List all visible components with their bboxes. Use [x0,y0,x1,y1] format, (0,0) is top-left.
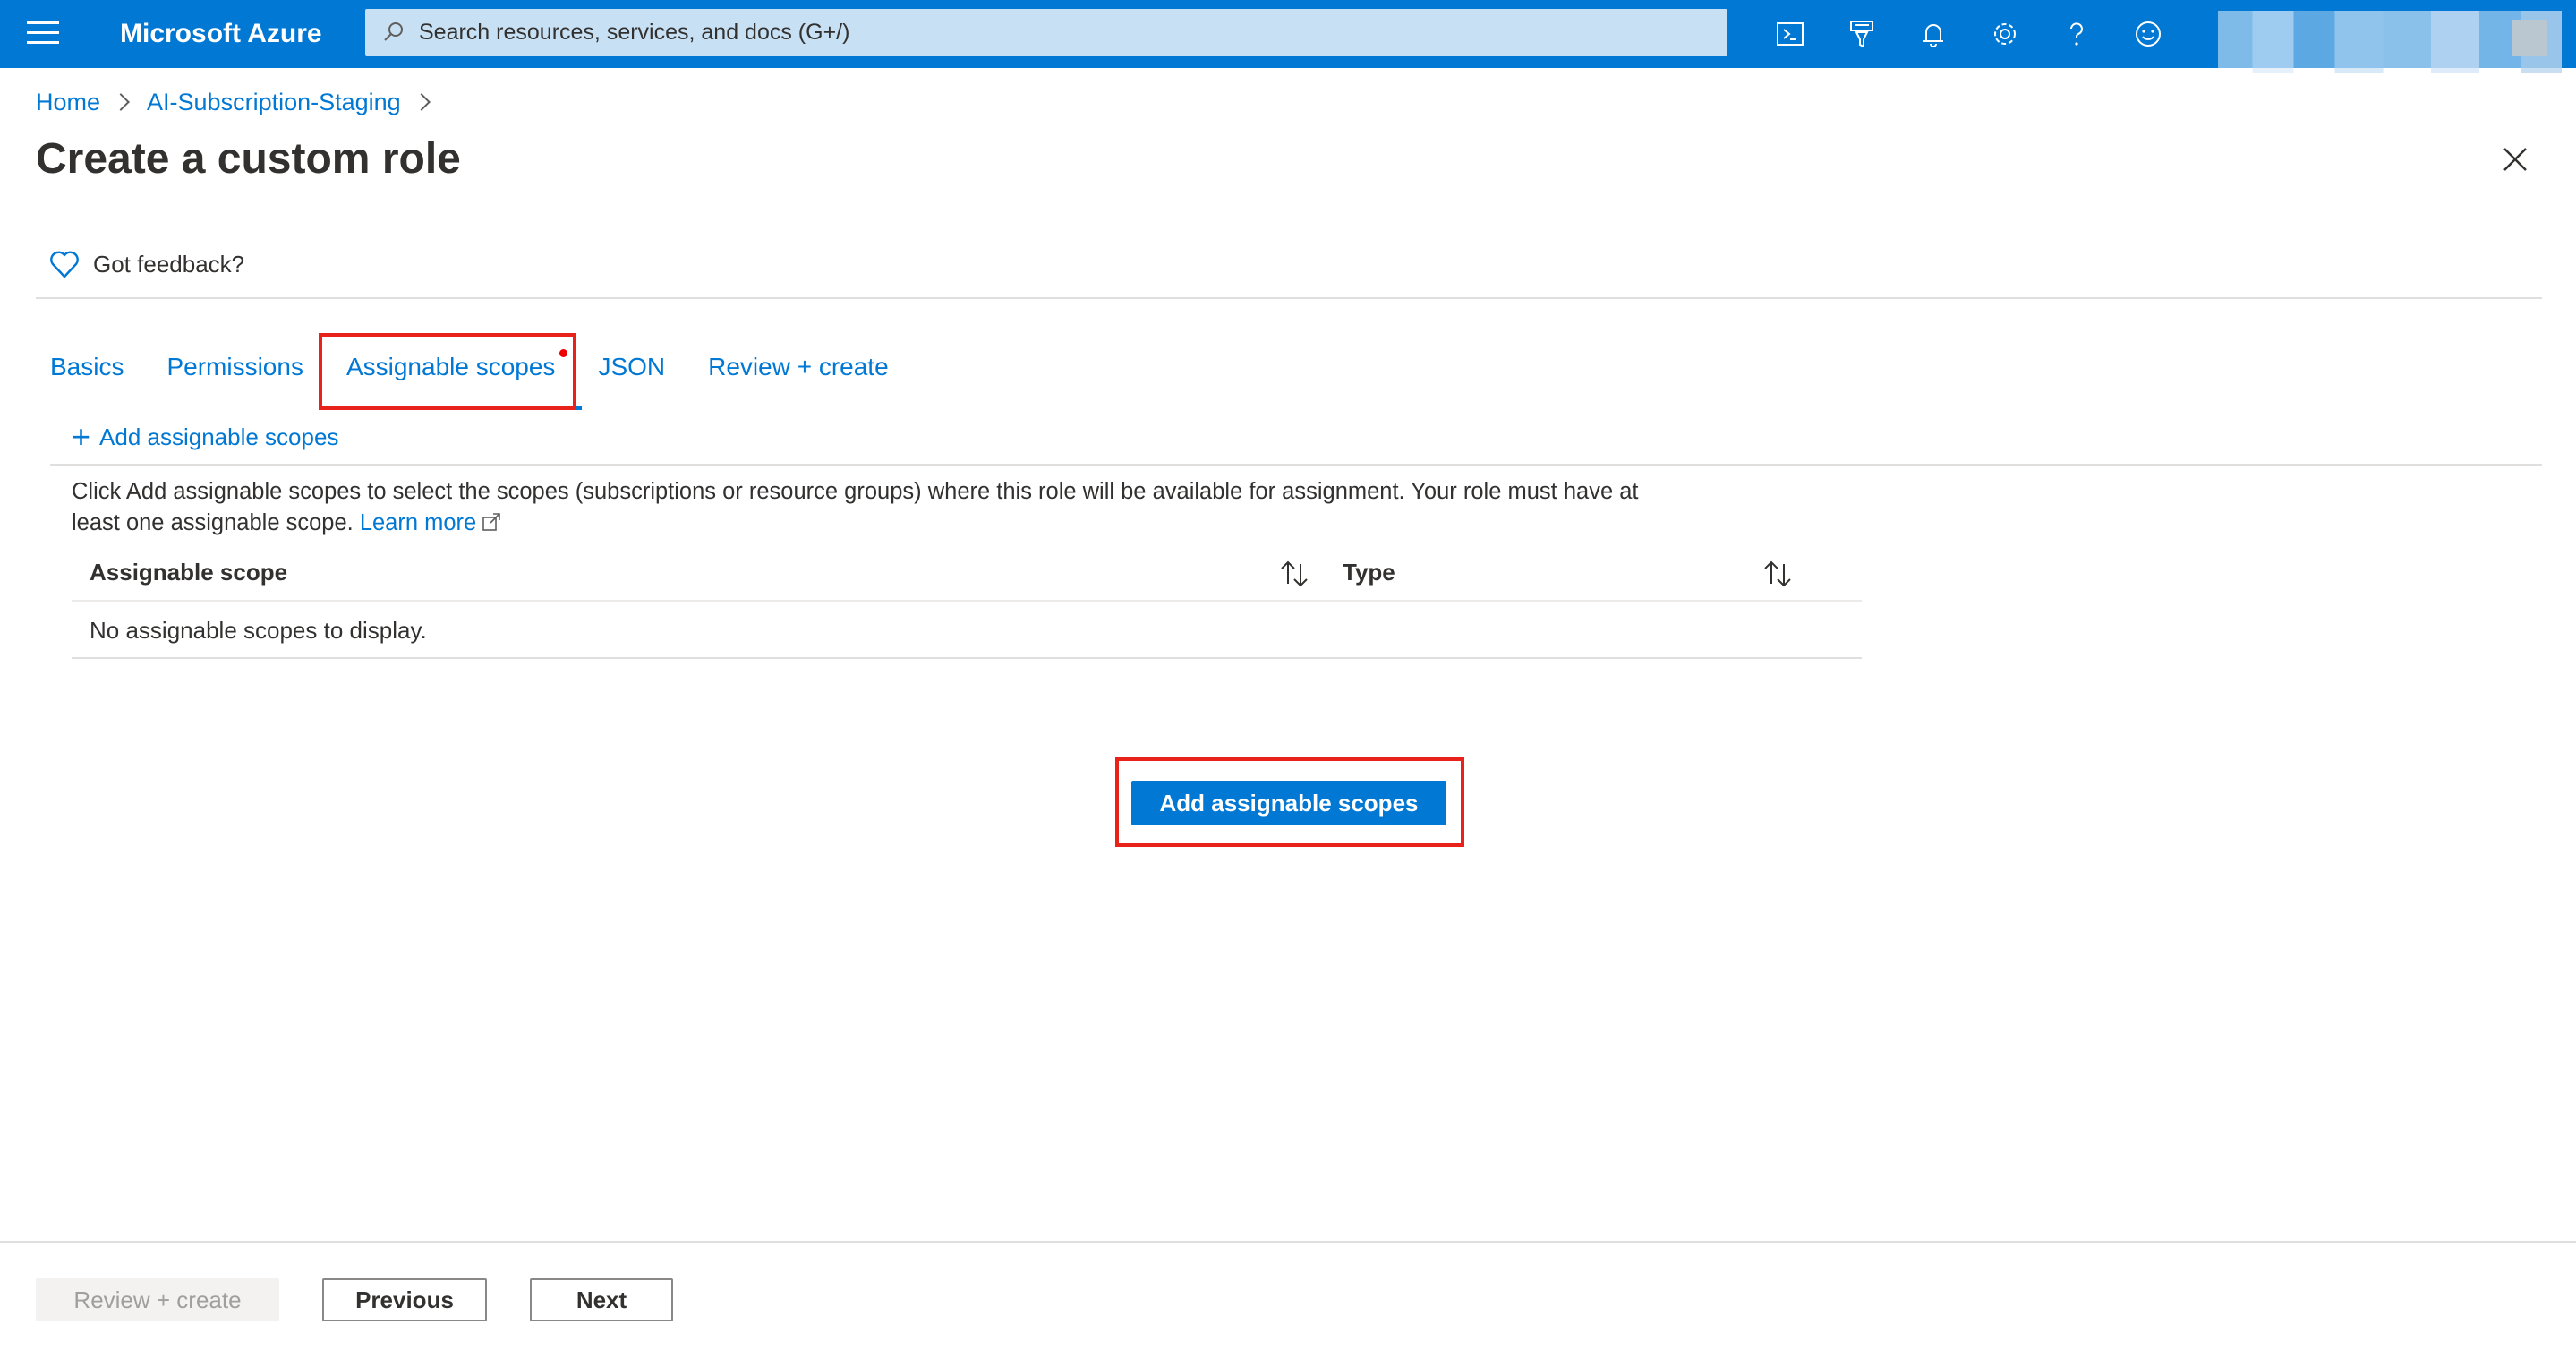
breadcrumb: Home AI-Subscription-Staging [36,84,448,120]
next-button[interactable]: Next [530,1278,673,1321]
top-bar-icons [1754,0,2184,68]
brand-title[interactable]: Microsoft Azure [120,16,322,52]
feedback-link[interactable]: Got feedback? [48,249,244,279]
tab-permissions[interactable]: Permissions [166,347,303,401]
divider [36,297,2542,299]
column-header-assignable-scope[interactable]: Assignable scope [90,543,287,602]
search-icon [384,22,403,41]
learn-more-label: Learn more [359,510,477,535]
top-bar: Microsoft Azure [0,0,2576,73]
heart-icon [50,251,79,278]
description-text: Click Add assignable scopes to select th… [72,479,1639,535]
sort-icon[interactable] [1278,559,1310,589]
search-input[interactable] [417,9,1706,56]
avatar[interactable] [2512,20,2547,56]
add-assignable-scopes-label: Add assignable scopes [99,423,339,450]
description: Click Add assignable scopes to select th… [72,476,1683,539]
cloud-shell-icon[interactable] [1754,0,1826,68]
empty-message: No assignable scopes to display. [90,617,427,644]
feedback-smiley-icon[interactable] [2112,0,2184,68]
add-assignable-scopes-button[interactable]: Add assignable scopes [1131,781,1446,825]
add-assignable-scopes-link[interactable]: + Add assignable scopes [72,419,338,455]
divider [50,464,2542,466]
chevron-right-icon [412,93,431,111]
review-create-button: Review + create [36,1278,279,1321]
assignable-scopes-table: Assignable scope Type No assignable scop… [72,543,1862,659]
breadcrumb-home[interactable]: Home [36,84,100,120]
close-icon[interactable] [2497,141,2533,177]
sort-icon[interactable] [1761,559,1794,589]
chevron-right-icon [112,93,130,111]
account-menu[interactable] [2218,11,2562,73]
plus-icon: + [72,418,91,455]
tab-review-create[interactable]: Review + create [708,347,889,401]
tab-json[interactable]: JSON [598,347,665,401]
previous-button[interactable]: Previous [322,1278,487,1321]
feedback-label: Got feedback? [93,250,245,278]
gear-icon[interactable] [1969,0,2041,68]
table-row: No assignable scopes to display. [72,602,1862,659]
footer-divider [0,1241,2576,1243]
help-icon[interactable] [2041,0,2112,68]
bell-icon[interactable] [1898,0,1969,68]
tab-basics[interactable]: Basics [50,347,124,401]
column-header-type[interactable]: Type [1343,543,1395,602]
external-link-icon [482,513,501,531]
search-box[interactable] [365,9,1727,56]
table-header: Assignable scope Type [72,543,1862,602]
breadcrumb-subscription[interactable]: AI-Subscription-Staging [147,84,401,120]
directory-filter-icon[interactable] [1826,0,1898,68]
learn-more-link[interactable]: Learn more [360,510,501,535]
page-title: Create a custom role [36,135,461,183]
tab-highlight-box [319,333,576,410]
hamburger-menu-icon[interactable] [27,21,59,47]
